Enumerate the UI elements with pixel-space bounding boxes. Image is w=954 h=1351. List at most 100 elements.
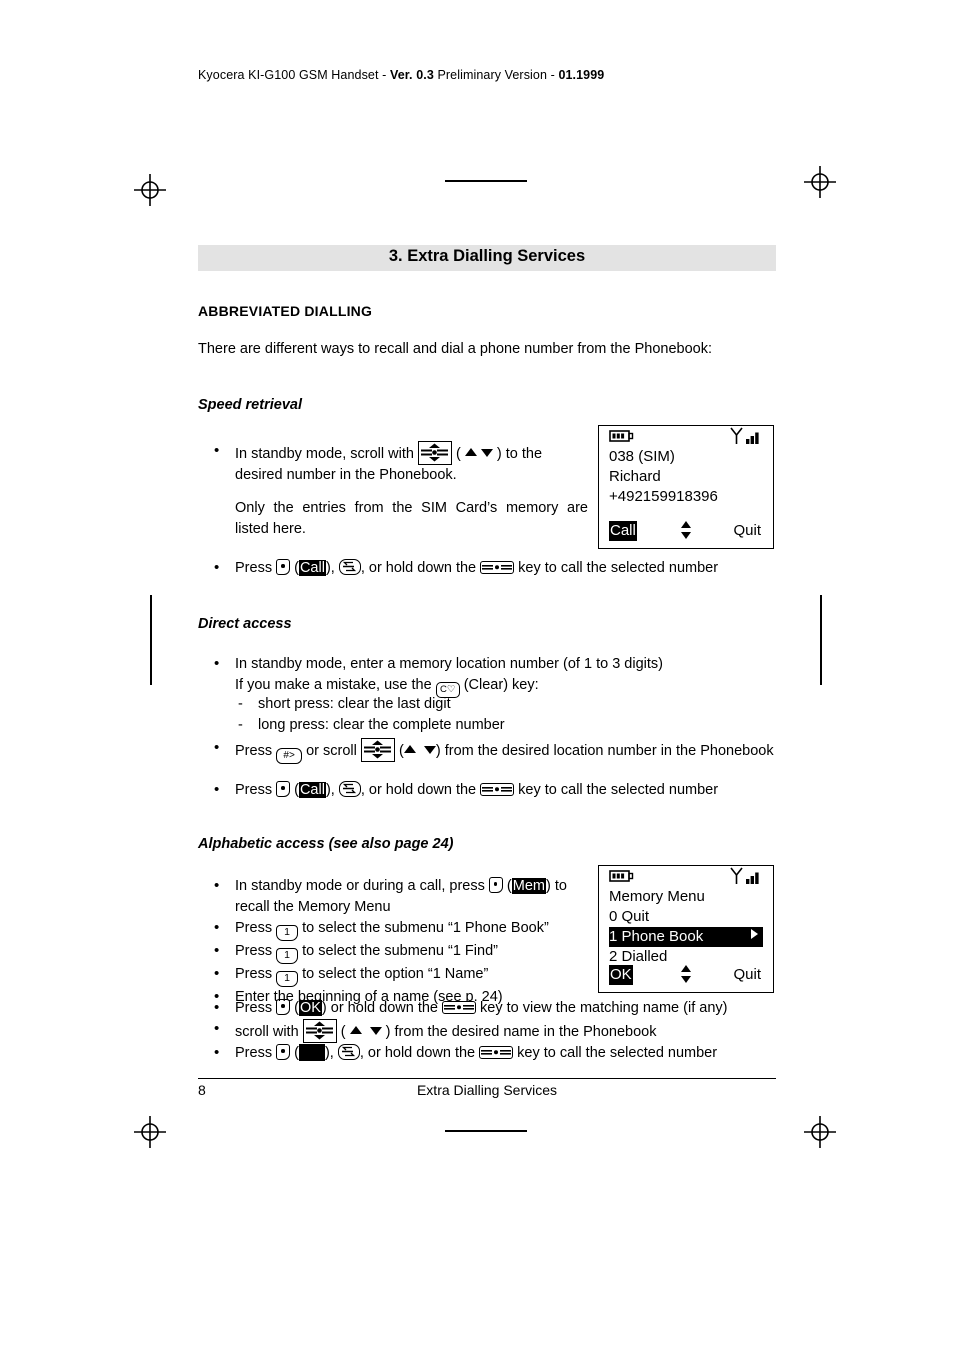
bullet-text-post: to select the option “1 Name”: [298, 966, 489, 982]
bullet-text-mid: ),: [325, 560, 339, 576]
call-key-icon: [442, 1001, 477, 1014]
lcd-screen-memory-menu: Memory Menu 0 Quit 1 Phone Book 2 Dialle…: [598, 865, 774, 993]
list-item: Press #> or scroll ( ) from the desired …: [198, 737, 776, 764]
lcd-scroll-indicator-icon: [680, 965, 693, 988]
footer-divider: [198, 1078, 776, 1080]
bullet-text: scroll with: [235, 1024, 303, 1040]
bullet-text-post: key to call the selected number: [514, 560, 719, 576]
bullet-text: In standby mode, scroll with: [235, 446, 418, 462]
bullet-text-mid: ) or hold down the: [321, 1000, 443, 1016]
softkey-label-mem: Mem: [511, 878, 546, 894]
registration-mark-bottom-right: [802, 1114, 838, 1150]
call-key-icon: [480, 561, 515, 574]
paren-open: (: [290, 1000, 299, 1016]
call-key-icon: [480, 783, 515, 796]
lcd-menu-item-quit[interactable]: 0 Quit: [609, 907, 763, 927]
softkey-label-blank: [298, 1044, 325, 1061]
bullet-text: Press: [235, 743, 277, 759]
arrow-gap: [362, 1024, 370, 1040]
direct-access-block-2: Press #> or scroll ( ) from the desired …: [198, 737, 776, 764]
lcd-softkey-left-ok[interactable]: OK: [609, 965, 633, 985]
list-item: In standby mode, enter a memory location…: [198, 653, 776, 698]
list-item: In standby mode, scroll with ( ) to the …: [198, 440, 588, 486]
direct-access-block-1: In standby mode, enter a memory location…: [198, 653, 776, 698]
arrow-up-icon: [349, 1021, 362, 1042]
lcd-softkey-left-call[interactable]: Call: [609, 521, 637, 541]
trim-mark-top: [445, 180, 527, 182]
scroll-key-icon: [302, 1019, 337, 1043]
bullet-text-post: key to view the matching name (if any): [476, 1000, 728, 1016]
lcd-scroll-indicator-icon: [680, 521, 693, 544]
bullet-text: Press: [235, 782, 277, 798]
document-page: Kyocera KI-G100 GSM Handset - Ver. 0.3 P…: [0, 0, 954, 1351]
section-heading: ABBREVIATED DIALLING: [198, 303, 373, 319]
registration-mark-top-left: [132, 172, 168, 208]
footer-title: Extra Dialling Services: [416, 1082, 558, 1098]
subheading-speed-retrieval: Speed retrieval: [198, 397, 302, 413]
softkey-icon: [488, 877, 503, 893]
lcd-menu-item-label: 1 Phone Book: [609, 928, 704, 945]
list-item: In standby mode or during a call, press …: [198, 875, 598, 918]
paren-open: (: [290, 1045, 299, 1061]
lcd-menu-item-phone-book-selected[interactable]: 1 Phone Book: [609, 927, 763, 947]
bullet-text: In standby mode or during a call, press: [235, 878, 489, 894]
bullet-text: Press: [235, 920, 277, 936]
list-item: Press (Call), , or hold down the key to …: [198, 779, 798, 801]
lcd-content: Memory Menu 0 Quit 1 Phone Book 2 Dialle…: [599, 887, 773, 967]
lcd-menu-item-dialled[interactable]: 2 Dialled: [609, 947, 763, 967]
speed-retrieval-note: Only the entries from the SIM Card’s mem…: [198, 498, 588, 540]
call-key-icon: [479, 1046, 514, 1059]
bullet-text-post: to select the submenu “1 Phone Book”: [298, 920, 549, 936]
scroll-key-icon: [417, 441, 452, 465]
paren-open: (: [502, 878, 512, 894]
signal-strength-icon: [727, 866, 763, 892]
direct-access-dashes: short press: clear the last digit long p…: [198, 694, 776, 736]
bullet-text-post: key to call the selected number: [514, 782, 719, 798]
paren-open: (: [394, 743, 404, 759]
arrow-right-icon: [749, 927, 759, 947]
lcd-line-name: Richard: [609, 468, 661, 485]
list-item: short press: clear the last digit: [198, 694, 776, 715]
softkey-label-call: Call: [298, 782, 326, 798]
bullet-text: Press: [235, 1000, 277, 1016]
bullet-text: Press: [235, 1045, 277, 1061]
bullet-text-mid: ),: [324, 1045, 338, 1061]
lcd-softkey-right-quit[interactable]: Quit: [733, 521, 761, 541]
lcd-status-bar: [599, 426, 773, 447]
bullet-line-2-post: (Clear) key:: [459, 677, 539, 693]
alphabetic-access-block-2: Press (OK) or hold down the key to view …: [198, 997, 798, 1064]
lcd-softkey-bar: Call Quit: [599, 521, 773, 541]
running-head-version: Ver. 0.3: [389, 68, 434, 82]
softkey-icon: [276, 1044, 291, 1060]
paren-open: (: [290, 560, 299, 576]
bullet-text-post: from the desired location number in the …: [440, 743, 774, 759]
numeric-key-1-icon: 1: [276, 948, 299, 964]
lcd-softkey-right-quit[interactable]: Quit: [733, 965, 761, 985]
running-head: Kyocera KI-G100 GSM Handset - Ver. 0.3 P…: [198, 68, 604, 82]
direct-access-block-3: Press (Call), , or hold down the key to …: [198, 779, 798, 801]
note-text: Only the entries from the SIM Card’s mem…: [235, 500, 588, 537]
registration-mark-bottom-left: [132, 1114, 168, 1150]
bullet-text-mid: ),: [325, 782, 339, 798]
speed-retrieval-block: In standby mode, scroll with ( ) to the …: [198, 440, 588, 486]
paren-open: (: [290, 782, 299, 798]
numeric-key-label: 1: [284, 972, 291, 984]
softkey-icon: [276, 559, 291, 575]
bullet-text: Press: [235, 560, 277, 576]
scroll-key-icon: [360, 738, 395, 762]
running-head-mid: Preliminary Version -: [433, 68, 559, 82]
bullet-text-post: key to call the selected number: [513, 1045, 718, 1061]
list-item: Press 1 to select the submenu “1 Phone B…: [198, 917, 598, 941]
list-item: Press (OK) or hold down the key to view …: [198, 997, 798, 1019]
bullet-text: Press: [235, 943, 277, 959]
section-intro: There are different ways to recall and d…: [198, 341, 712, 357]
lcd-line-number: +492159918396: [609, 488, 718, 505]
arrow-up-icon: [403, 740, 416, 761]
bullet-text-post: to select the submenu “1 Find”: [298, 943, 498, 959]
lcd-softkey-bar: OK Quit: [599, 965, 773, 985]
lcd-screen-speed-retrieval: 038 (SIM) Richard +492159918396 Call Qui…: [598, 425, 774, 549]
change-bar-right: [820, 595, 822, 685]
bullet-text: Press: [235, 966, 277, 982]
bullet-text-mid2: , or hold down the: [360, 782, 481, 798]
alphabetic-access-block-1: In standby mode or during a call, press …: [198, 875, 598, 1008]
